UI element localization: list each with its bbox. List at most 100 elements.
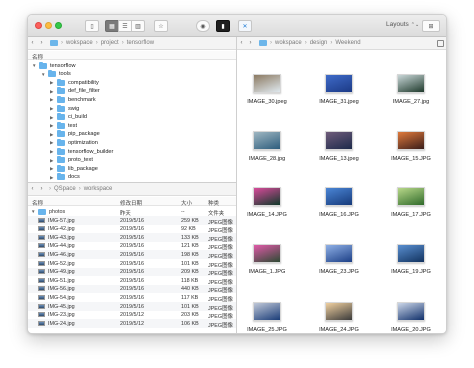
image-grid-item[interactable]: IMAGE_27.jpg [383,74,443,122]
image-grid-item[interactable]: IMAGE_28.jpg [239,131,299,179]
file-row[interactable]: IMG-43.jpg 2019/5/16 133 KB JPEG图像 [28,233,236,243]
date-column-header[interactable]: 修改日期 [120,199,142,207]
file-row[interactable]: IMG-51.jpg 2019/5/16 118 KB JPEG图像 [28,276,236,286]
image-grid-item[interactable]: IMAGE_15.JPG [383,131,443,179]
disclosure-triangle-icon[interactable]: ▶ [50,140,53,146]
file-row[interactable]: IMG-56.jpg 2019/5/16 440 KB JPEG图像 [28,284,236,294]
tree-item-label: lib_package [68,165,98,172]
image-filename: IMAGE_1.JPG [248,269,286,275]
file-row[interactable]: IMG-42.jpg 2019/5/16 92 KB JPEG图像 [28,225,236,234]
breadcrumb-item[interactable]: wokspace [275,40,302,46]
sidebar-toggle-button[interactable]: ▯ [85,20,99,32]
image-thumbnail-icon [38,260,45,266]
file-size: 259 KB [181,217,199,224]
disclosure-triangle-icon[interactable]: ▶ [50,158,53,164]
image-grid-item[interactable]: IMAGE_16.JPG [311,187,371,235]
list-view-button[interactable]: ☰ [118,20,132,32]
view-options-icon[interactable] [437,40,444,47]
image-grid-item[interactable]: IMAGE_14.JPG [239,187,299,235]
disclosure-triangle-icon[interactable]: ▶ [50,97,53,103]
image-grid-item[interactable]: IMAGE_30.jpeg [239,74,299,122]
forward-button[interactable]: › [37,40,46,46]
image-grid-item[interactable]: IMAGE_19.JPG [383,244,443,292]
file-row[interactable]: IMG-24.jpg 2019/5/12 106 KB JPEG图像 [28,319,236,329]
preview-button[interactable]: ◉ [196,20,210,32]
breadcrumb-item[interactable]: Weekend [335,40,360,46]
image-grid-item[interactable]: IMAGE_25.JPG [239,302,299,333]
tree-item-label: pip_package [68,131,100,138]
folder-row[interactable]: ▼ photos 昨天 -- 文件夹 [28,207,236,217]
disclosure-triangle-icon[interactable]: ▼ [31,209,35,214]
file-row[interactable]: IMG-45.jpg 2019/5/16 101 KB JPEG图像 [28,302,236,312]
file-row[interactable]: IMG-57.jpg 2019/5/16 259 KB JPEG图像 [28,216,236,226]
image-thumbnail-icon [38,251,45,257]
back-button[interactable]: ‹ [28,186,37,192]
file-size: 440 KB [181,286,199,293]
left-top-pane: ‹ › › wokspace › project › tensorflow 名称… [28,37,236,182]
file-row[interactable]: IMG-52.jpg 2019/5/16 101 KB JPEG图像 [28,259,236,269]
disclosure-triangle-icon[interactable]: ▼ [41,72,45,77]
image-grid-item[interactable]: IMAGE_24.JPG [311,302,371,333]
image-grid-item[interactable]: IMAGE_13.jpeg [311,131,371,179]
column-view-button[interactable]: ▥ [131,20,145,32]
zoom-window-button[interactable] [55,22,62,29]
forward-button[interactable]: › [246,40,255,46]
minimize-window-button[interactable] [45,22,52,29]
file-row[interactable]: IMG-49.jpg 2019/5/16 209 KB JPEG图像 [28,267,236,277]
image-grid-item[interactable]: IMAGE_17.JPG [383,187,443,235]
layout-picker-button[interactable]: ⊞ [422,20,440,32]
image-grid-item[interactable]: IMAGE_31.jpeg [311,74,371,122]
terminal-button[interactable]: ▮ [216,20,230,32]
disclosure-triangle-icon[interactable]: ▶ [50,115,53,121]
file-row[interactable]: IMG-54.jpg 2019/5/16 117 KB JPEG图像 [28,293,236,303]
back-button[interactable]: ‹ [28,40,37,46]
image-thumbnail [253,131,281,150]
breadcrumb-item[interactable]: design [310,40,328,46]
tree-item-label: compatibility [68,79,99,86]
disclosure-triangle-icon[interactable]: ▶ [50,149,53,155]
name-column-header[interactable]: 名称 [32,199,43,207]
file-date: 2019/5/12 [120,312,144,319]
disclosure-triangle-icon[interactable]: ▶ [50,132,53,138]
file-row[interactable]: IMG-46.jpg 2019/5/16 198 KB JPEG图像 [28,250,236,260]
image-thumbnail-icon [38,303,45,309]
file-row[interactable]: IMG-23.jpg 2019/5/12 203 KB JPEG图像 [28,311,236,320]
disclosure-triangle-icon[interactable]: ▶ [50,80,53,86]
icon-view-button[interactable]: ▦ [105,20,119,32]
forward-button[interactable]: › [37,186,46,192]
kind-column-header[interactable]: 种类 [208,199,219,207]
folder-icon [57,78,65,86]
image-thumbnail [397,131,425,150]
breadcrumb-item[interactable]: project [101,40,119,46]
breadcrumb-item[interactable]: wokspace [66,40,93,46]
file-manager-window: ▯ ▦ ☰ ▥ ☆ ◉ ▮ ✕ Layouts ⌃⌄ ⊞ ‹ › › woksp… [27,14,447,334]
disclosure-triangle-icon[interactable]: ▶ [50,106,53,112]
tree-item-label: tensorflow_builder [68,148,114,155]
disclosure-triangle-icon[interactable]: ▶ [50,123,53,129]
disclosure-triangle-icon[interactable]: ▶ [50,175,53,181]
breadcrumb-item[interactable]: tensorflow [127,40,154,46]
breadcrumb-item[interactable]: QSpace [54,186,76,192]
vscode-button[interactable]: ✕ [238,20,252,32]
image-grid-item[interactable]: IMAGE_20.JPG [383,302,443,333]
favorite-button[interactable]: ☆ [154,20,168,32]
image-thumbnail-icon [38,294,45,300]
file-row[interactable]: IMG-44.jpg 2019/5/16 121 KB JPEG图像 [28,242,236,251]
back-button[interactable]: ‹ [237,40,246,46]
disclosure-triangle-icon[interactable]: ▼ [32,63,36,68]
size-column-header[interactable]: 大小 [181,199,192,207]
name-column-header[interactable]: 名称 [32,53,43,61]
tree-row[interactable]: ▶ docs [28,173,236,182]
breadcrumb-item[interactable]: workspace [84,186,113,192]
image-thumbnail-icon [38,277,45,283]
disclosure-triangle-icon[interactable]: ▶ [50,166,53,172]
layouts-menu[interactable]: Layouts ⌃⌄ [386,21,419,28]
close-window-button[interactable] [35,22,42,29]
disclosure-triangle-icon[interactable]: ▶ [50,89,53,95]
image-grid-item[interactable]: IMAGE_23.JPG [311,244,371,292]
file-size: 203 KB [181,312,199,319]
folder-icon [48,70,56,78]
image-grid-item[interactable]: IMAGE_1.JPG [239,244,299,292]
image-filename: IMAGE_31.jpeg [319,99,359,105]
image-thumbnail [253,74,281,93]
